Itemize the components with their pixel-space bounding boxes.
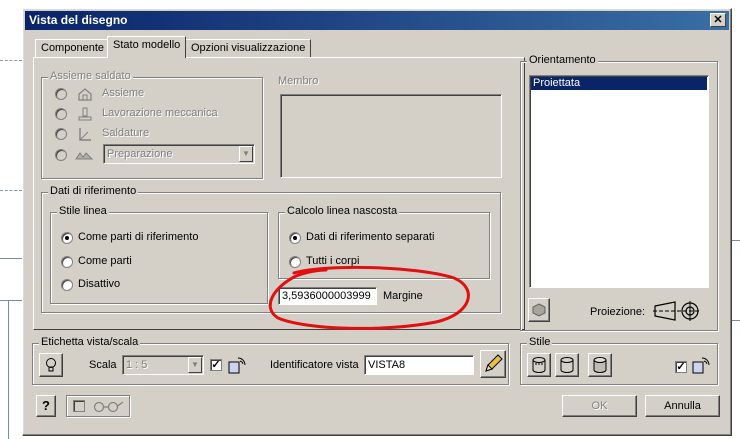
stile-group: Stile ✓ [520, 336, 718, 385]
group-label: Etichetta vista/scala [39, 336, 141, 348]
tab-opzioni-visualizzazione[interactable]: Opzioni visualizzazione [185, 39, 312, 57]
view-cube-icon [532, 303, 546, 317]
option-label: Come parti di riferimento [78, 231, 199, 243]
assieme-saldato-group: Assieme saldato Assieme Lavorazione mecc… [41, 70, 263, 179]
drawing-view-dialog: Vista del disegno ✕ Componente Stato mod… [22, 8, 732, 436]
orientamento-group: Orientamento Proiettata Proiezione: [520, 54, 718, 331]
orientation-view-button[interactable] [528, 298, 550, 322]
close-button[interactable]: ✕ [710, 13, 726, 27]
label-style-button[interactable] [39, 353, 63, 377]
tab-componente[interactable]: Componente [35, 39, 110, 57]
preparation-select[interactable]: Preparazione ▼ [103, 144, 255, 164]
select-value: Preparazione [107, 148, 173, 160]
style-properties-icon[interactable] [691, 354, 713, 376]
ok-button[interactable]: OK [562, 395, 637, 417]
style-shaded-button[interactable] [588, 353, 612, 377]
group-label: Stile linea [57, 205, 109, 217]
group-label: Dati di riferimento [48, 185, 139, 197]
scale-label: Scala [89, 359, 117, 371]
preparation-icon [75, 152, 93, 160]
label-properties-icon[interactable] [227, 354, 249, 376]
option-label: Lavorazione meccanica [102, 107, 218, 119]
background-line [0, 258, 22, 259]
glasses-icon [93, 401, 124, 413]
option-label: Disattivo [78, 278, 121, 290]
radio-preparazione[interactable] [55, 149, 67, 161]
lightbulb-icon [46, 358, 56, 372]
tab-label: Componente [41, 42, 104, 54]
option-label: Assieme [102, 87, 145, 99]
window-title: Vista del disegno [29, 13, 128, 27]
option-label: Come parti [78, 255, 132, 267]
style-hidden-lines-button[interactable] [527, 353, 551, 377]
identifier-label: Identificatore vista [270, 359, 359, 371]
radio-disattivo[interactable] [61, 279, 73, 291]
radio-assieme[interactable] [55, 88, 67, 100]
background-line [0, 300, 22, 301]
stile-linea-group: Stile linea Come parti di riferimento Co… [50, 205, 268, 304]
radio-come-parti[interactable] [61, 256, 73, 268]
membro-box [280, 94, 502, 178]
radio-lavorazione[interactable] [55, 108, 67, 120]
tab-stato-modello[interactable]: Stato modello [107, 36, 187, 58]
tab-panel: Assieme saldato Assieme Lavorazione mecc… [33, 57, 525, 330]
identifier-value: VISTA8 [368, 359, 406, 371]
group-label: Assieme saldato [48, 70, 133, 82]
projection-label: Proiezione: [590, 306, 646, 318]
list-item-proiettata[interactable]: Proiettata [531, 77, 707, 90]
identifier-input[interactable]: VISTA8 [364, 355, 474, 375]
style-checkbox[interactable]: ✓ [675, 361, 687, 373]
close-icon: ✕ [713, 14, 723, 26]
assembly-icon [78, 88, 92, 101]
cancel-button[interactable]: Annulla [645, 395, 720, 417]
background-line [732, 240, 740, 241]
background-drawing [0, 0, 22, 439]
machining-icon [78, 107, 92, 121]
etichetta-group: Etichetta vista/scala Scala 1 : 5 ▼ ✓ Id… [32, 336, 509, 385]
scale-checkbox[interactable]: ✓ [210, 359, 222, 371]
background-line [0, 190, 22, 191]
background-line [8, 300, 9, 439]
tab-label: Opzioni visualizzazione [191, 42, 306, 54]
group-label: Orientamento [527, 54, 598, 66]
weld-icon [79, 128, 91, 141]
scale-select[interactable]: 1 : 5 ▼ [122, 355, 204, 375]
edit-label-button[interactable] [480, 350, 506, 378]
tab-label: Stato modello [113, 39, 181, 51]
radio-saldature[interactable] [55, 128, 67, 140]
orientation-list[interactable]: Proiettata [529, 75, 709, 288]
background-line [0, 60, 22, 61]
background-line [732, 320, 740, 321]
cylinder-visible-icon [560, 357, 574, 373]
chevron-down-icon[interactable]: ▼ [188, 357, 202, 373]
help-button[interactable]: ? [36, 395, 56, 417]
chevron-down-icon[interactable]: ▼ [239, 146, 253, 162]
pencil-icon [485, 354, 503, 372]
list-item-label: Proiettata [533, 77, 581, 89]
membro-label: Membro [278, 75, 319, 87]
projection-icon [653, 301, 701, 321]
radio-dati-separati[interactable] [289, 232, 301, 244]
title-bar: Vista del disegno ✕ [25, 11, 729, 30]
option-label: Saldature [102, 127, 150, 139]
red-annotation-circle [268, 265, 470, 330]
cylinder-hidden-icon [532, 357, 546, 373]
preview-checkbox[interactable] [73, 400, 85, 412]
radio-come-parti-riferimento[interactable] [61, 232, 73, 244]
help-icon: ? [42, 398, 50, 413]
option-label: Dati di riferimento separati [306, 231, 435, 243]
button-label: Annulla [664, 400, 701, 412]
cylinder-shaded-icon [593, 357, 607, 373]
select-value: 1 : 5 [126, 359, 148, 371]
button-label: OK [591, 400, 608, 412]
style-visible-lines-button[interactable] [555, 353, 579, 377]
group-label: Calcolo linea nascosta [285, 205, 400, 217]
group-label: Stile [527, 336, 553, 348]
preview-options [66, 395, 130, 417]
